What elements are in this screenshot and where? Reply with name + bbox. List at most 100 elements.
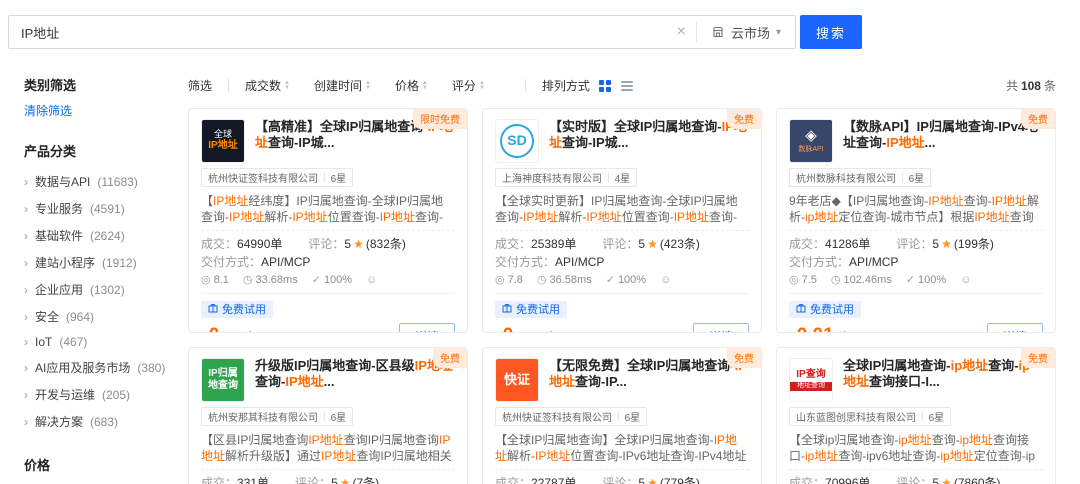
clear-filters-link[interactable]: 清除筛选 <box>24 102 72 119</box>
corner-badge: 免费 <box>433 348 467 368</box>
card-footer: 免费试用 ¥ 0 /1000次 详情 <box>495 293 749 332</box>
search-box: × 云市场 ▾ <box>8 15 796 49</box>
review-label: 评论： <box>308 237 345 251</box>
sort-arrows-icon: ▲ ▼ <box>478 79 485 91</box>
clear-search-icon[interactable]: × <box>667 24 696 40</box>
review-label: 评论： <box>602 476 639 484</box>
free-trial-badge[interactable]: 免费试用 <box>789 301 861 318</box>
search-input[interactable] <box>9 24 667 40</box>
deal-value: 25389单 <box>531 237 577 251</box>
product-card[interactable]: 免费 快证 【无限免费】全球IP归属地查询-IP地址查询-IP... 杭州快证签… <box>482 347 762 484</box>
metric-value: 100% <box>617 274 647 286</box>
sidebar-category-item[interactable]: › AI应用及服务市场 (380) <box>24 354 170 381</box>
sidebar-category-item[interactable]: › 建站小程序 (1912) <box>24 249 170 276</box>
product-description: 【区县IP归属地查询IP地址查询IP归属地查询IP地址解析升级版】通过IP地址查… <box>201 433 452 463</box>
deal-stat: 成交：25389单 <box>495 237 576 251</box>
product-title[interactable]: 升级版IP归属地查询-区县级IP地址查询-IP地址... <box>255 358 455 390</box>
free-trial-badge[interactable]: 免费试用 <box>201 301 273 318</box>
product-logo: 快证 <box>495 358 539 402</box>
toolbar-divider <box>524 79 526 92</box>
review-count: (199条) <box>953 237 994 251</box>
sidebar-category-item[interactable]: › 企业应用 (1302) <box>24 276 170 303</box>
sidebar-category-item[interactable]: › IoT (467) <box>24 330 170 354</box>
company-pill: 杭州快证签科技有限公司 | 6星 <box>201 168 354 187</box>
product-title[interactable]: 【无限免费】全球IP归属地查询-IP地址查询-IP... <box>549 358 749 390</box>
chevron-right-icon: › <box>24 414 28 429</box>
review-label: 评论： <box>295 476 332 484</box>
corner-badge: 免费 <box>727 348 761 368</box>
product-card[interactable]: 限时免费 全球IP地址 【高精准】全球IP归属地查询-IP地址查询-IP城...… <box>188 108 468 333</box>
category-count: (964) <box>66 309 95 324</box>
company-name: 杭州数脉科技有限公司 <box>796 174 896 185</box>
delivery-value: API/MCP <box>555 255 605 269</box>
list-view-icon[interactable] <box>620 79 634 93</box>
product-title[interactable]: 全球IP归属地查询-ip地址查询-ip地址查询接口-I... <box>843 358 1043 390</box>
price-unit: /100次 <box>221 328 256 332</box>
pill-separator: | <box>921 411 924 422</box>
sort-option[interactable]: 评分 ▲ ▼ <box>452 77 485 94</box>
delivery-value: API/MCP <box>261 255 311 269</box>
metric-value: 100% <box>323 274 353 286</box>
category-count: (683) <box>90 414 119 429</box>
review-score: 5 <box>932 476 940 484</box>
search-button[interactable]: 搜索 <box>800 15 862 49</box>
product-description: 9年老店◆【IP归属地查询-IP地址查询-IP地址解析-ip地址定位查询-城市节… <box>789 194 1039 224</box>
company-pill: 上海神度科技有限公司 | 4星 <box>495 168 638 187</box>
trial-icon <box>796 303 806 316</box>
latency-icon: ◷ <box>536 274 547 286</box>
chevron-right-icon: › <box>24 309 28 324</box>
category-label: 基础软件 <box>35 229 84 243</box>
review-score: 5 <box>331 476 338 484</box>
corner-badge: 免费 <box>727 109 761 129</box>
product-title[interactable]: 【实时版】全球IP归属地查询-IP地址查询-IP城... <box>549 119 749 151</box>
deal-value: 41286单 <box>825 237 871 251</box>
deal-stat: 成交：64990单 <box>201 237 282 251</box>
price-value: 0.01 <box>797 325 834 332</box>
satisfaction-icon: ☺ <box>366 274 378 286</box>
review-stat: 评论：5 ★ (7860条) <box>896 476 1000 484</box>
review-stat: 评论：5 ★ (832条) <box>308 237 405 251</box>
category-label: 解决方案 <box>35 415 84 429</box>
sort-option[interactable]: 创建时间 ▲ ▼ <box>314 77 371 94</box>
sidebar-category-item[interactable]: › 专业服务 (4591) <box>24 195 170 222</box>
price-symbol: ¥ <box>789 330 796 332</box>
company-pill: 杭州安那其科技有限公司 | 6星 <box>201 407 354 426</box>
chevron-right-icon: › <box>24 228 28 243</box>
logo-text: IP查询 <box>796 369 826 381</box>
price-symbol: ¥ <box>495 330 502 332</box>
detail-button[interactable]: 详情 <box>692 323 749 332</box>
filter-button[interactable]: 筛选 <box>188 77 212 94</box>
detail-button[interactable]: 详情 <box>986 323 1043 332</box>
grid-view-icon[interactable] <box>598 79 612 93</box>
deal-stat: 成交：331单 <box>201 476 269 484</box>
product-card[interactable]: 免费 IP查询地址查询 全球IP归属地查询-ip地址查询-ip地址查询接口-I.… <box>776 347 1056 484</box>
metric-value: 7.8 <box>507 274 523 286</box>
logo-text: 快证 <box>503 371 530 387</box>
company-stars: 6星 <box>908 174 925 185</box>
logo-text: 地址查询 <box>790 381 832 391</box>
sort-option[interactable]: 成交数 ▲ ▼ <box>245 77 290 94</box>
detail-button[interactable]: 详情 <box>398 323 455 332</box>
delivery-row: 交付方式：API/MCP <box>201 255 455 269</box>
chevron-down-icon: ▾ <box>775 26 781 38</box>
product-title[interactable]: 【数脉API】IP归属地查询-IPv4地址查询-IP地址... <box>843 119 1043 151</box>
category-count: (4591) <box>90 201 125 216</box>
sidebar-category-item[interactable]: › 安全 (964) <box>24 303 170 330</box>
product-card[interactable]: 免费 ◈ 数脉API 【数脉API】IP归属地查询-IPv4地址查询-IP地址..… <box>776 108 1056 333</box>
search-scope-dropdown[interactable]: 云市场 ▾ <box>695 22 795 42</box>
price-unit: /次 <box>836 328 851 332</box>
product-card[interactable]: 免费 SD 【实时版】全球IP归属地查询-IP地址查询-IP城... 上海神度科… <box>482 108 762 333</box>
score-icon: ◎ <box>495 274 505 286</box>
metrics-row: ◎ 8.1 ◷ 33.68ms ✓ 100% ☺ <box>201 273 455 287</box>
product-card[interactable]: 免费 IP归属 地查询 升级版IP归属地查询-区县级IP地址查询-IP地址... … <box>188 347 468 484</box>
sort-option[interactable]: 价格 ▲ ▼ <box>395 77 428 94</box>
sidebar-category-item[interactable]: › 数据与API (11683) <box>24 168 170 195</box>
review-count: (7860条) <box>953 476 1001 484</box>
sidebar-category-item[interactable]: › 解决方案 (683) <box>24 408 170 435</box>
sidebar-category-item[interactable]: › 基础软件 (2624) <box>24 222 170 249</box>
company-stars: 6星 <box>928 413 945 424</box>
sort-label: 创建时间 <box>313 79 362 93</box>
free-trial-badge[interactable]: 免费试用 <box>495 301 567 318</box>
price-value: 0 <box>209 325 220 332</box>
sidebar-category-item[interactable]: › 开发与运维 (205) <box>24 381 170 408</box>
